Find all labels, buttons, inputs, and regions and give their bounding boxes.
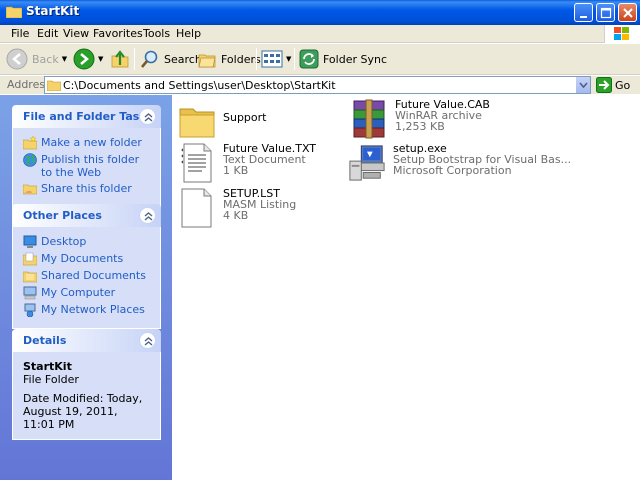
toolbar-separator (134, 48, 135, 70)
file-item-future-value-cab[interactable]: Future Value.CAB WinRAR archive 1,253 KB (350, 99, 490, 139)
task-publish-folder[interactable]: Publish this folder to the Web (23, 153, 152, 179)
folder-sync-button[interactable]: Folder Sync (299, 47, 387, 71)
toolbar-separator (256, 48, 257, 70)
my-documents-icon (23, 252, 37, 266)
new-folder-icon (23, 136, 37, 150)
minimize-button[interactable] (574, 3, 593, 22)
views-button[interactable]: ▼ (261, 47, 291, 71)
address-dropdown-button[interactable] (575, 77, 590, 93)
maximize-icon (600, 7, 612, 19)
file-folder-tasks-panel: File and Folder Tasks Make a new folder … (12, 105, 161, 208)
go-button[interactable]: Go (596, 77, 630, 93)
menu-tools[interactable]: Tools (143, 27, 170, 40)
collapse-chevron-icon[interactable] (139, 207, 156, 224)
globe-icon (23, 153, 37, 167)
place-my-network-places[interactable]: My Network Places (23, 303, 152, 317)
task-share-folder[interactable]: Share this folder (23, 182, 152, 196)
windows-logo (604, 25, 640, 43)
panel-header[interactable]: File and Folder Tasks (12, 105, 161, 128)
details-panel: Details StartKit File Folder Date Modifi… (12, 329, 161, 440)
standard-toolbar: Back ▼ ▼ Search Folders ▼ Folder Sync (0, 44, 640, 75)
my-computer-icon (23, 286, 37, 300)
minimize-icon (580, 16, 587, 18)
window-title: StartKit (26, 4, 80, 18)
menu-help[interactable]: Help (176, 27, 201, 40)
up-folder-button[interactable] (110, 47, 130, 71)
forward-button[interactable]: ▼ (73, 47, 103, 71)
menu-bar: File Edit View Favorites Tools Help (0, 25, 640, 43)
up-folder-icon (111, 50, 129, 68)
listing-file-icon (181, 188, 212, 228)
menu-view[interactable]: View (63, 27, 89, 40)
folder-icon (179, 108, 215, 138)
folder-icon (6, 6, 22, 18)
text-document-icon (181, 143, 212, 183)
place-my-computer[interactable]: My Computer (23, 286, 152, 300)
folders-button[interactable]: Folders (197, 47, 261, 71)
share-folder-icon (23, 184, 37, 195)
chevron-down-icon (579, 82, 588, 89)
place-desktop[interactable]: Desktop (23, 235, 152, 249)
place-my-documents[interactable]: My Documents (23, 252, 152, 266)
go-arrow-icon (596, 77, 612, 93)
setup-exe-icon (349, 145, 385, 181)
desktop-icon (23, 235, 37, 248)
collapse-chevron-icon[interactable] (139, 332, 156, 349)
views-dropdown-icon[interactable]: ▼ (286, 55, 291, 63)
file-item-setup-lst[interactable]: SETUP.LST MASM Listing 4 KB (178, 188, 296, 228)
close-icon (623, 8, 633, 18)
details-modified: Date Modified: Today, August 19, 2011, 1… (23, 392, 143, 431)
task-make-new-folder[interactable]: Make a new folder (23, 136, 152, 150)
file-item-support[interactable]: Support (178, 101, 266, 141)
title-bar[interactable]: StartKit (0, 0, 640, 25)
windows-flag-icon (614, 27, 629, 40)
menu-edit[interactable]: Edit (37, 27, 58, 40)
network-places-icon (24, 303, 36, 317)
back-button[interactable]: Back ▼ (6, 47, 67, 71)
winrar-archive-icon (353, 99, 385, 139)
collapse-chevron-icon[interactable] (139, 108, 156, 125)
shared-documents-icon (23, 271, 37, 283)
folder-icon (47, 80, 61, 91)
maximize-button[interactable] (596, 3, 615, 22)
panel-header[interactable]: Other Places (12, 204, 161, 227)
menu-favorites[interactable]: Favorites (93, 27, 143, 40)
place-shared-documents[interactable]: Shared Documents (23, 269, 152, 283)
task-pane: File and Folder Tasks Make a new folder … (0, 95, 172, 480)
forward-arrow-icon (73, 48, 95, 70)
panel-header[interactable]: Details (12, 329, 161, 352)
forward-dropdown-icon[interactable]: ▼ (98, 55, 103, 63)
toolbar-separator (294, 48, 295, 70)
close-button[interactable] (618, 3, 637, 22)
address-field[interactable]: C:\Documents and Settings\user\Desktop\S… (44, 76, 591, 94)
address-bar: Address C:\Documents and Settings\user\D… (0, 76, 640, 94)
back-dropdown-icon[interactable]: ▼ (62, 55, 67, 63)
views-icon (261, 50, 283, 68)
folder-sync-icon (299, 49, 319, 69)
back-arrow-icon (6, 48, 28, 70)
details-name: StartKit (23, 360, 72, 373)
file-item-future-value-txt[interactable]: Future Value.TXT Text Document 1 KB (178, 143, 316, 183)
menu-file[interactable]: File (11, 27, 29, 40)
details-type: File Folder (23, 373, 79, 386)
search-icon (141, 50, 158, 68)
file-view[interactable]: Support Future Value.CAB WinRAR archive … (172, 95, 640, 480)
file-item-setup-exe[interactable]: setup.exe Setup Bootstrap for Visual Bas… (348, 143, 571, 183)
folders-icon (198, 54, 216, 68)
other-places-panel: Other Places Desktop My Documents Shared… (12, 204, 161, 329)
search-button[interactable]: Search (140, 47, 202, 71)
address-path: C:\Documents and Settings\user\Desktop\S… (63, 79, 336, 92)
